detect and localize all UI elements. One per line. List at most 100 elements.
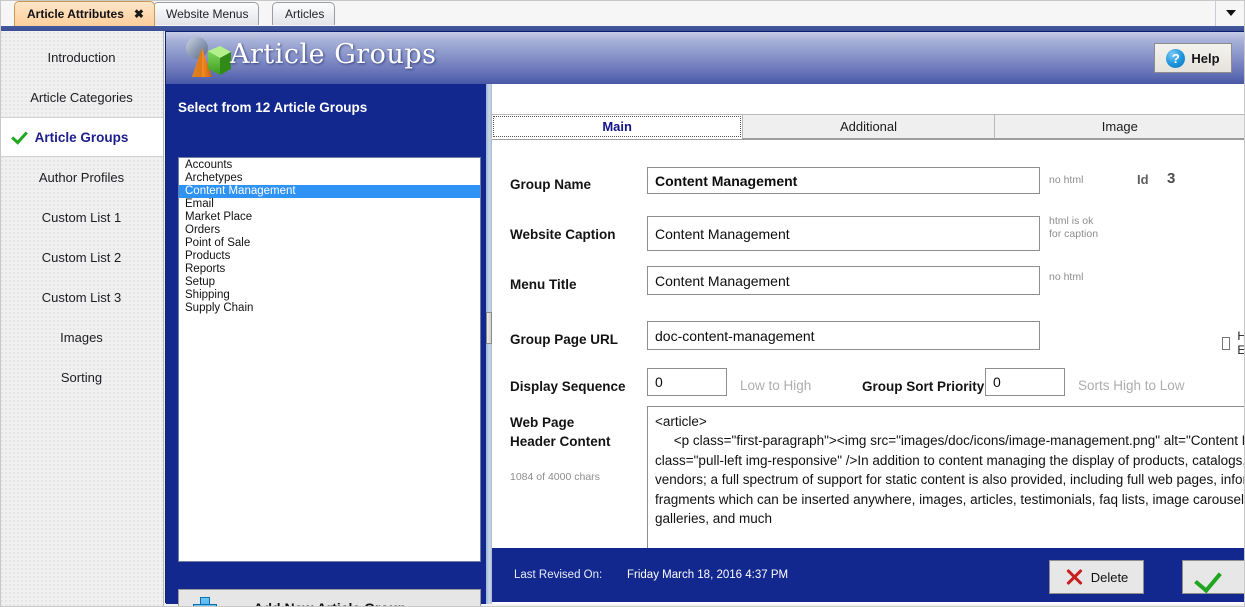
application-window: Article Attributes ✖ Website Menus Artic… [0,0,1245,607]
list-item[interactable]: Shipping [179,289,480,302]
last-revised-label: Last Revised On: [514,569,603,581]
tab-article-attributes[interactable]: Article Attributes ✖ [14,1,155,26]
group-sort-priority-label: Group Sort Priority [862,379,985,394]
group-name-label: Group Name [510,177,592,192]
web-page-header-content-wrapper: ▲ ▼ [647,406,1245,554]
sphere-pyramid-cube-logo-icon [186,37,231,77]
tab-additional[interactable]: Additional [742,114,995,139]
sidebar-item-introduction[interactable]: Introduction [0,37,163,77]
list-panel-title: Select from 12 Article Groups [178,100,368,115]
close-icon[interactable]: ✖ [134,8,144,20]
list-item[interactable]: Reports [179,263,480,276]
website-caption-hint-line2: for caption [1049,228,1099,240]
chevron-down-icon [1225,10,1236,16]
save-changes-label: Save Changes [1221,569,1245,585]
handled-elsewhere-label: Handled Elsewhere [1237,329,1245,357]
page-title: Article Groups [230,39,437,70]
document-tab-strip-inner: Article Attributes ✖ Website Menus Artic… [0,0,1245,26]
sidebar-item-label: Introduction [47,49,116,65]
sidebar: Introduction Article Categories Article … [0,31,164,607]
list-item-selected[interactable]: Content Management [179,185,480,198]
website-caption-input[interactable] [647,216,1040,251]
main-form: Group Name no html Id 3 Website Caption … [492,140,1245,604]
web-page-header-content-label-line2: Header Content [510,434,611,449]
sidebar-item-custom-list-1[interactable]: Custom List 1 [0,197,163,237]
tab-articles-label: Articles [285,7,325,21]
list-item[interactable]: Market Place [179,211,480,224]
id-value: 3 [1167,170,1176,187]
sidebar-item-label: Article Groups [34,129,129,145]
sidebar-item-label: Images [60,329,103,345]
tab-overflow-button[interactable] [1215,0,1245,26]
list-item[interactable]: Orders [179,224,480,237]
sidebar-item-article-groups[interactable]: Article Groups [0,117,163,157]
tab-articles[interactable]: Articles [272,2,336,25]
menu-title-label: Menu Title [510,277,577,292]
tab-additional-label: Additional [839,119,898,134]
detail-panel: Main Additional Image Group Name no html… [491,84,1245,604]
footer-toolbar: Last Revised On: Friday March 18, 2016 4… [492,548,1245,602]
tab-image[interactable]: Image [993,114,1245,139]
tab-website-menus[interactable]: Website Menus [153,2,260,25]
list-item[interactable]: Email [179,198,480,211]
sidebar-item-label: Sorting [60,369,103,385]
tab-article-attributes-label: Article Attributes [27,7,124,21]
sidebar-item-label: Custom List 2 [41,249,122,265]
website-caption-label: Website Caption [510,227,616,242]
sidebar-item-custom-list-2[interactable]: Custom List 2 [0,237,163,277]
detail-tab-headers: Main Additional Image [491,114,1245,140]
list-item[interactable]: Products [179,250,480,263]
article-groups-listbox[interactable]: Accounts Archetypes Content Management E… [178,157,481,562]
sidebar-item-custom-list-3[interactable]: Custom List 3 [0,277,163,317]
group-name-input[interactable] [647,167,1040,194]
group-sort-priority-hint: Sorts High to Low [1078,378,1185,393]
list-item[interactable]: Accounts [179,159,480,172]
add-new-article-group-button[interactable]: Add New Article Group ... [178,589,481,607]
group-page-url-input[interactable] [647,321,1040,350]
help-button-label: Help [1191,50,1220,66]
sidebar-item-author-profiles[interactable]: Author Profiles [0,157,163,197]
help-button[interactable]: ? Help [1154,43,1232,73]
plus-icon [193,597,217,607]
sidebar-item-images[interactable]: Images [0,317,163,357]
checkbox-icon [1222,336,1231,350]
group-sort-priority-input[interactable] [985,368,1065,396]
menu-title-hint: no html [1049,271,1084,283]
list-item[interactable]: Point of Sale [179,237,480,250]
article-groups-panel: Select from 12 Article Groups Accounts A… [166,84,486,607]
delete-button[interactable]: Delete [1049,560,1144,594]
red-x-icon [1065,568,1083,586]
sidebar-item-label: Custom List 3 [41,289,122,305]
list-item[interactable]: Archetypes [179,172,480,185]
display-sequence-hint: Low to High [740,378,812,393]
list-item[interactable]: Supply Chain [179,302,480,315]
main-window: Article Groups ? Help Select from 12 Art… [165,31,1245,607]
tab-main-label: Main [602,119,632,134]
tab-website-menus-label: Website Menus [166,7,249,21]
menu-title-input[interactable] [647,266,1040,295]
sidebar-item-label: Author Profiles [38,169,125,185]
tab-main[interactable]: Main [491,114,744,139]
display-sequence-label: Display Sequence [510,379,626,394]
save-changes-button[interactable]: Save Changes [1182,560,1245,594]
window-header: Article Groups ? Help [166,32,1244,84]
web-page-header-content-counter: 1084 of 4000 chars [510,471,600,483]
document-tab-strip: Article Attributes ✖ Website Menus Artic… [0,0,1245,27]
id-label: Id [1137,172,1149,187]
web-page-header-content-label-line1: Web Page [510,415,575,430]
website-caption-hint-line1: html is ok [1049,215,1094,227]
sidebar-item-label: Article Categories [30,89,133,105]
sidebar-item-article-categories[interactable]: Article Categories [0,77,163,117]
last-revised-value: Friday March 18, 2016 4:37 PM [627,569,789,581]
question-mark-icon: ? [1166,48,1186,68]
display-sequence-input[interactable] [647,368,727,396]
add-new-article-group-label: Add New Article Group ... [215,600,480,607]
sidebar-item-label: Custom List 1 [41,209,122,225]
web-page-header-content-textarea[interactable] [648,407,1245,553]
delete-button-label: Delete [1090,569,1129,585]
group-name-hint: no html [1049,174,1084,186]
sidebar-item-sorting[interactable]: Sorting [0,357,163,397]
list-item[interactable]: Setup [179,276,480,289]
checkmark-icon [11,127,28,145]
handled-elsewhere-checkbox[interactable]: Handled Elsewhere [1222,329,1245,357]
